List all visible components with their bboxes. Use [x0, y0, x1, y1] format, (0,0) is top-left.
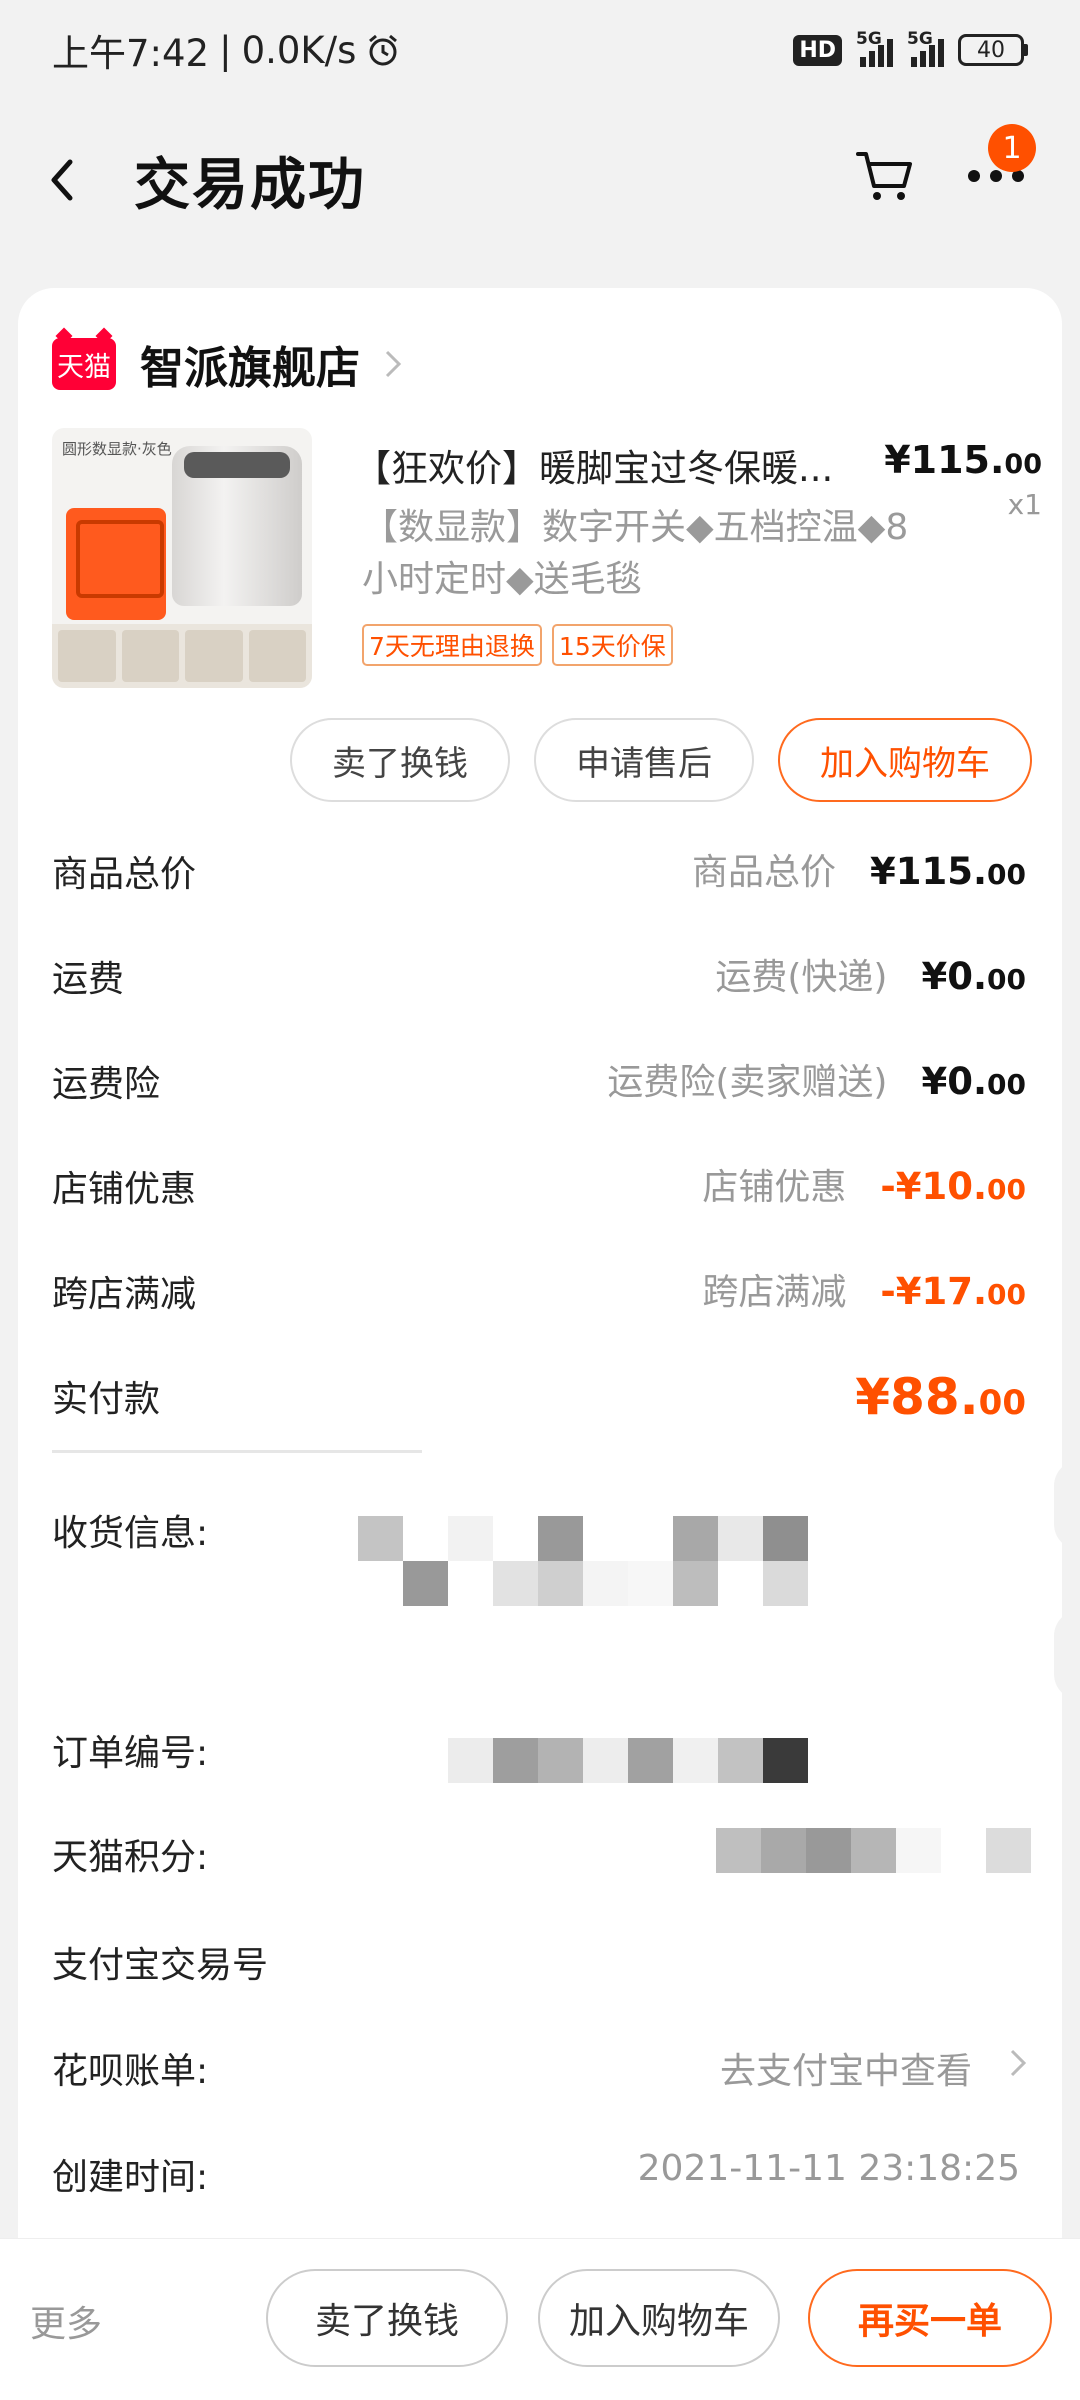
points-label: 天猫积分: — [52, 1837, 209, 1878]
fee-row-total: 商品总价 商品总价 ¥115.00 — [52, 850, 1026, 895]
order-detail-page: 上午7:42 | 0.0K/s HD 5G 5G 40 交易成功 1 天猫 智派… — [0, 0, 1080, 2400]
tmall-logo: 天猫 — [52, 338, 116, 390]
after-sale-button[interactable]: 申请售后 — [534, 718, 754, 802]
huabei-label: 花呗账单: — [52, 2051, 209, 2092]
order-card: 天猫 智派旗舰店 圆形数显款·灰色 【狂欢价】暖脚宝过冬保暖... ¥115.0… — [18, 288, 1062, 2400]
paid-amount: ¥88.00 — [855, 1368, 1026, 1426]
product-image[interactable]: 圆形数显款·灰色 — [52, 428, 312, 688]
tag-return: 7天无理由退换 — [362, 624, 542, 666]
service-tags: 7天无理由退换 15天价保 — [362, 624, 673, 666]
order-number-label: 订单编号: — [52, 1733, 209, 1774]
fee-row-shop-discount: 店铺优惠 店铺优惠 -¥10.00 — [52, 1165, 1026, 1210]
battery-icon: 40 — [958, 34, 1028, 66]
rebuy-button[interactable]: 再买一单 — [808, 2269, 1052, 2367]
product-title: 【狂欢价】暖脚宝过冬保暖... — [354, 447, 834, 490]
edge-handle — [1054, 1460, 1080, 1550]
huabei-link[interactable]: 去支付宝中查看 — [720, 2042, 972, 2094]
notification-badge: 1 — [988, 124, 1036, 172]
shipping-info-redacted — [358, 1516, 808, 1606]
created-time-value: 2021-11-11 23:18:25 — [637, 2148, 1020, 2189]
back-arrow-icon[interactable] — [38, 150, 88, 210]
sell-button-bottom[interactable]: 卖了换钱 — [266, 2269, 508, 2367]
nav-bar: 交易成功 1 — [0, 110, 1080, 240]
status-time: 上午7:42 — [52, 32, 210, 75]
edge-handle-2 — [1054, 1610, 1080, 1700]
fee-row-shipping: 运费 运费(快递) ¥0.00 — [52, 955, 1026, 1000]
shop-row[interactable]: 天猫 智派旗舰店 — [52, 332, 404, 396]
alipay-trade-label: 支付宝交易号 — [52, 1945, 269, 1986]
divider — [52, 1450, 422, 1453]
fee-row-cross-store: 跨店满减 跨店满减 -¥17.00 — [52, 1270, 1026, 1315]
product-item[interactable]: 圆形数显款·灰色 【狂欢价】暖脚宝过冬保暖... ¥115.00 x1 【数显款… — [52, 428, 1042, 688]
more-link[interactable]: 更多 — [30, 2295, 102, 2347]
tag-price-protect: 15天价保 — [551, 624, 673, 666]
bottom-action-bar: 更多 卖了换钱 加入购物车 再买一单 — [0, 2238, 1080, 2400]
fee-row-paid: 实付款 ¥88.00 — [52, 1368, 1026, 1426]
created-time-label: 创建时间: — [52, 2157, 209, 2198]
fee-list: 商品总价 商品总价 ¥115.00 运费 运费(快递) ¥0.00 运费险 运费… — [52, 823, 1026, 1453]
hd-badge: HD — [793, 34, 842, 66]
fee-row-insurance: 运费险 运费险(卖家赠送) ¥0.00 — [52, 1060, 1026, 1105]
shipping-info-label: 收货信息: — [52, 1513, 209, 1554]
sell-button[interactable]: 卖了换钱 — [290, 718, 510, 802]
item-actions: 卖了换钱 申请售后 加入购物车 — [290, 718, 1032, 802]
signal-icon: 5G — [856, 29, 893, 67]
points-redacted — [716, 1828, 1031, 1873]
product-spec: 【数显款】数字开关◆五档控温◆8小时定时◆送毛毯 — [362, 507, 909, 600]
status-net-speed: 0.0K/s — [241, 28, 357, 72]
shop-name: 智派旗舰店 — [140, 343, 360, 394]
chevron-right-icon — [1010, 2049, 1027, 2077]
add-to-cart-button-bottom[interactable]: 加入购物车 — [538, 2269, 780, 2367]
status-bar: 上午7:42 | 0.0K/s HD 5G 5G 40 — [0, 0, 1080, 100]
product-price: ¥115.00 — [884, 438, 1042, 482]
add-to-cart-button[interactable]: 加入购物车 — [778, 718, 1032, 802]
product-quantity: x1 — [1007, 488, 1042, 521]
chevron-right-icon — [385, 350, 402, 378]
page-title: 交易成功 — [134, 153, 366, 218]
alarm-icon — [369, 34, 398, 66]
signal-icon-2: 5G — [907, 29, 944, 67]
cart-icon[interactable] — [852, 142, 918, 208]
order-number-redacted — [448, 1738, 808, 1783]
